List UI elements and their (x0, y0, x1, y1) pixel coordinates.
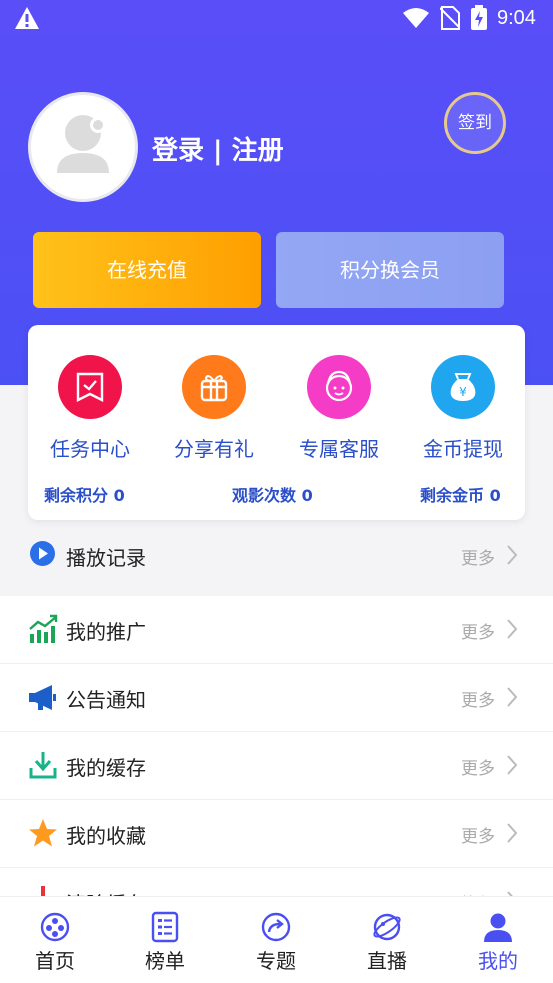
default-avatar-icon (57, 115, 109, 173)
login-register-link[interactable]: 登录 | 注册 (152, 130, 284, 167)
chevron-right-icon (507, 687, 518, 707)
more-link[interactable]: 更多 (461, 822, 495, 847)
money-bag-icon: ¥ (431, 355, 495, 419)
tab-label: 首页 (35, 949, 75, 973)
avatar[interactable] (28, 92, 138, 202)
points-exchange-button[interactable]: 积分换会员 (276, 232, 504, 308)
chevron-right-icon (507, 755, 518, 775)
menu-item-favorites[interactable]: 我的收藏 更多 (0, 800, 553, 868)
feature-task-center[interactable]: 任务中心 (35, 355, 145, 462)
clear-icon (41, 886, 45, 896)
chevron-right-icon (507, 619, 518, 639)
chart-icon (29, 614, 58, 643)
more-link[interactable]: 更多 (461, 618, 495, 643)
recharge-button[interactable]: 在线充值 (33, 232, 261, 308)
menu-label: 我的缓存 (66, 756, 146, 780)
download-icon (29, 752, 57, 779)
play-record-label: 播放记录 (66, 546, 146, 570)
feature-label: 金币提现 (423, 437, 503, 461)
remaining-coins: 剩余金币 0 (420, 486, 501, 505)
more-link[interactable]: 更多 (461, 544, 495, 569)
more-link[interactable]: 更多 (461, 686, 495, 711)
feature-coin-withdraw[interactable]: ¥ 金币提现 (408, 355, 518, 462)
tab-ranking[interactable]: 榜单 (135, 911, 195, 974)
star-icon (29, 819, 57, 847)
home-icon (40, 912, 70, 942)
no-sim-icon (440, 6, 460, 30)
menu-item-clear-cache[interactable]: 清除缓存 执行 (0, 868, 553, 896)
warning-icon (15, 7, 39, 29)
play-record-row[interactable]: 播放记录 更多 (0, 520, 553, 590)
tab-label: 榜单 (145, 949, 185, 973)
tab-live[interactable]: 直播 (357, 911, 417, 974)
chevron-right-icon (507, 545, 518, 565)
svg-text:¥: ¥ (459, 385, 467, 399)
tab-label: 直播 (367, 949, 407, 973)
tab-label: 我的 (478, 949, 518, 973)
menu-item-cache[interactable]: 我的缓存 更多 (0, 732, 553, 800)
feature-card: 任务中心 分享有礼 专属客服 ¥ 金币提现 剩余积分 0 观影次数 0 剩余金币… (28, 325, 525, 520)
tab-profile[interactable]: 我的 (468, 911, 528, 974)
feature-label: 分享有礼 (174, 437, 254, 461)
view-count: 观影次数 0 (232, 486, 313, 505)
topic-icon (261, 912, 291, 942)
menu-label: 我的收藏 (66, 824, 146, 848)
tab-topic[interactable]: 专题 (246, 911, 306, 974)
remaining-points: 剩余积分 0 (44, 486, 125, 505)
more-link[interactable]: 更多 (461, 754, 495, 779)
customer-service-icon (307, 355, 371, 419)
feature-label: 任务中心 (50, 437, 130, 461)
menu-item-announcement[interactable]: 公告通知 更多 (0, 664, 553, 732)
menu-item-promotion[interactable]: 我的推广 更多 (0, 596, 553, 664)
ranking-icon (151, 911, 179, 943)
profile-icon (484, 913, 512, 942)
menu-label: 我的推广 (66, 620, 146, 644)
clock: 9:04 (497, 7, 536, 29)
battery-charging-icon (471, 5, 487, 30)
play-icon (30, 541, 55, 566)
gift-icon (182, 355, 246, 419)
signin-button[interactable]: 签到 (444, 92, 506, 154)
feature-share-gift[interactable]: 分享有礼 (159, 355, 269, 462)
status-bar: 9:04 (0, 0, 553, 38)
chevron-right-icon (507, 823, 518, 843)
bottom-tab-bar: 首页 榜单 专题 直播 我的 (0, 896, 553, 983)
feature-customer-service[interactable]: 专属客服 (284, 355, 394, 462)
task-icon (58, 355, 122, 419)
menu-list: 我的推广 更多 公告通知 更多 我的缓存 更多 我的收藏 更多 (0, 596, 553, 896)
menu-label: 公告通知 (66, 688, 146, 712)
live-icon (373, 913, 401, 941)
tab-home[interactable]: 首页 (25, 911, 85, 974)
tab-label: 专题 (256, 949, 296, 973)
wifi-icon (403, 8, 429, 28)
megaphone-icon (29, 685, 56, 710)
feature-label: 专属客服 (299, 437, 379, 461)
menu-label: 清除缓存 (66, 888, 146, 896)
